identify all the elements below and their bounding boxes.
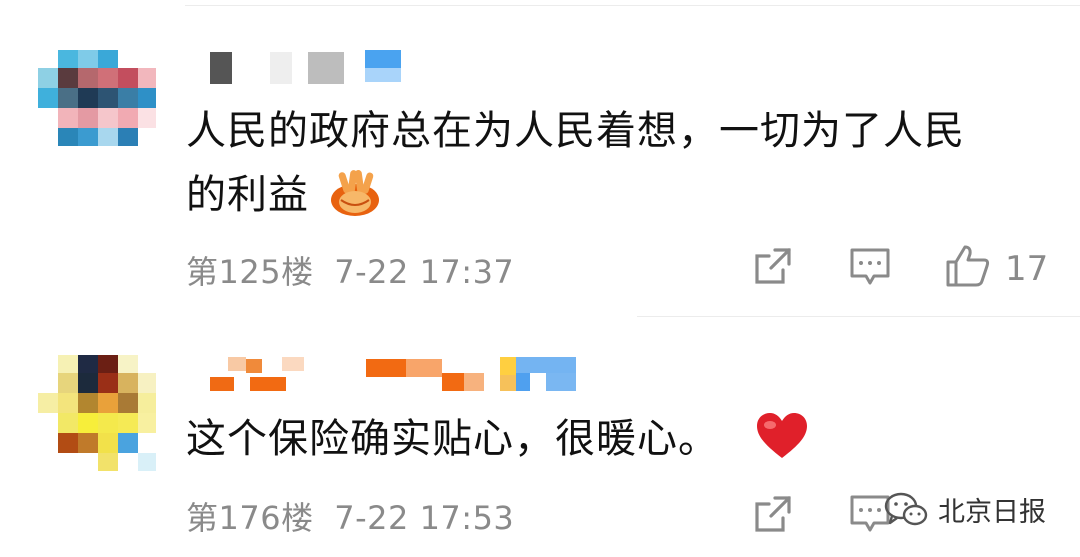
comment-text-line: 人民的政府总在为人民着想，一切为了人民: [186, 108, 965, 154]
wechat-icon: [884, 492, 928, 525]
top-divider: [185, 5, 1080, 6]
watermark-text: 北京日报: [938, 497, 1046, 528]
victory-hands-emoji: [330, 170, 379, 216]
forward-icon[interactable]: [753, 494, 793, 534]
comment-text: 的利益: [186, 164, 383, 226]
comment-text: 这个保险确实贴心，很暖心。: [186, 408, 809, 470]
comment-meta: 第176楼 7-22 17:53: [186, 493, 514, 539]
like-icon[interactable]: [945, 244, 991, 288]
avatar[interactable]: [38, 50, 158, 170]
comment-text: 人民的政府总在为人民着想，一切为了人民: [186, 100, 965, 162]
red-heart-emoji: [756, 413, 807, 458]
comment-meta: 第125楼 7-22 17:37: [186, 247, 514, 293]
divider: [637, 316, 1080, 317]
timestamp: 7-22 17:53: [334, 499, 515, 537]
floor-number: 第125楼: [186, 253, 314, 291]
floor-number: 第176楼: [186, 499, 314, 537]
watermark: 北京日报: [884, 490, 1046, 529]
comment-icon[interactable]: [849, 247, 891, 287]
forward-icon[interactable]: [753, 246, 793, 286]
username-pixelated[interactable]: [210, 50, 410, 84]
timestamp: 7-22 17:37: [334, 253, 515, 291]
avatar[interactable]: [38, 355, 158, 475]
comment-text-line: 的利益: [186, 172, 309, 218]
comment-text-line: 这个保险确实贴心，很暖心。: [186, 416, 719, 462]
username-pixelated[interactable]: [210, 357, 590, 391]
like-count: 17: [1005, 249, 1049, 289]
